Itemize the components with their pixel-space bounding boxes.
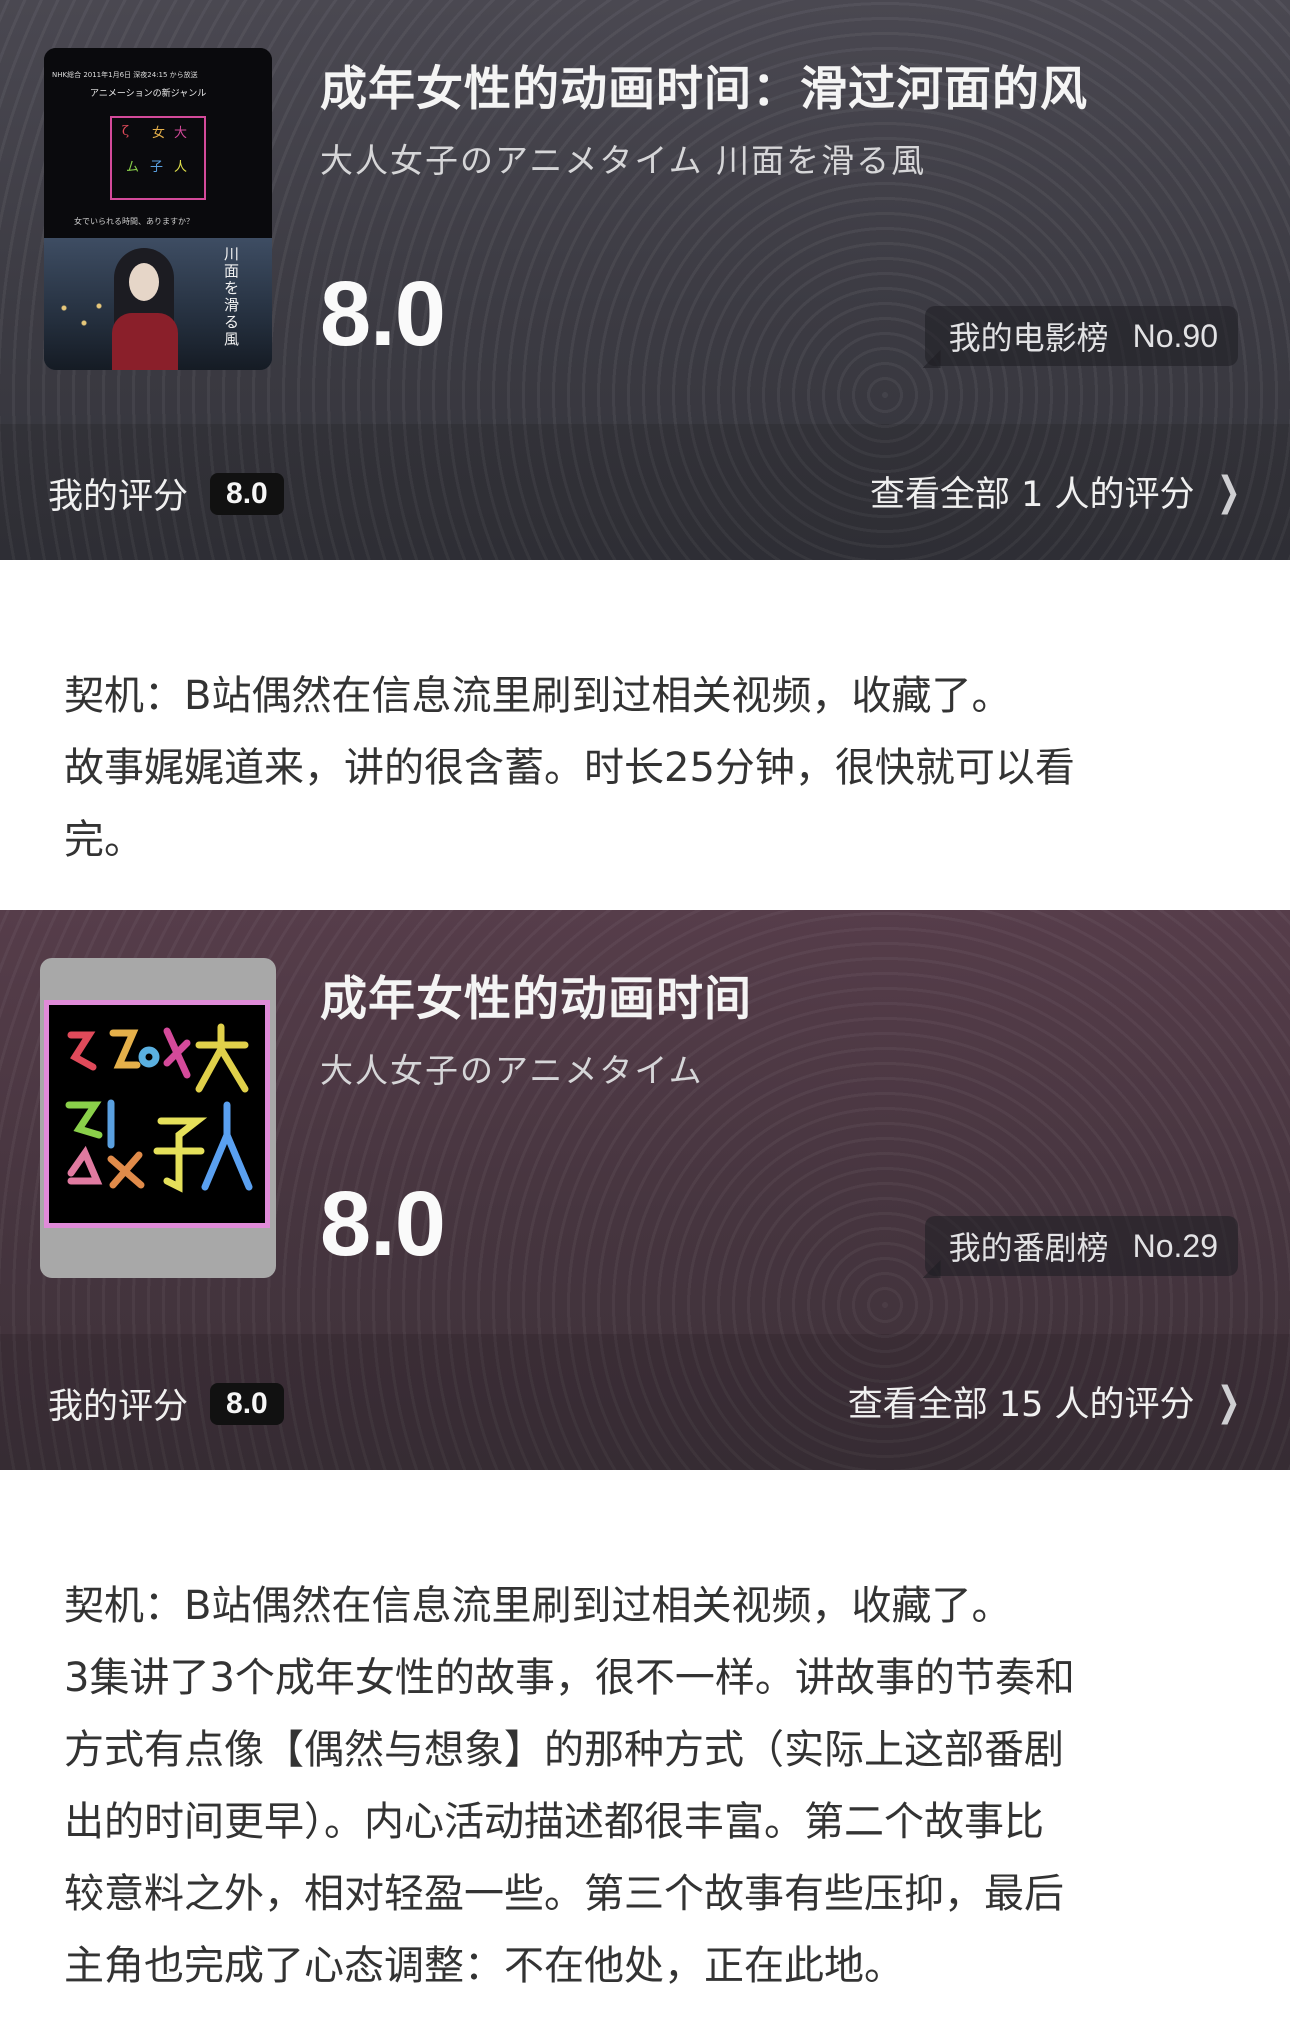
review-line: 故事娓娓道来，讲的很含蓄。时长25分钟，很快就可以看 — [64, 745, 1075, 791]
review-line: 出的时间更早）。内心活动描述都很丰富。第二个故事比 — [64, 1799, 1044, 1845]
view-all-ratings-label: 查看全部 1 人的评分 — [869, 475, 1195, 515]
chevron-right-icon: ❯ — [1217, 1378, 1241, 1425]
city-lights — [54, 298, 104, 338]
chevron-right-icon: ❯ — [1217, 468, 1241, 515]
poster-image[interactable] — [40, 958, 276, 1278]
my-rating: 我的评分 8.0 — [48, 1378, 284, 1429]
poster-vertical-title: 川面を滑る風 — [224, 245, 240, 348]
poster-figure-face — [129, 263, 159, 301]
my-rating: 我的评分 8.0 — [48, 468, 284, 519]
poster-upper-panel: NHK総合 2011年1月6日 深夜24:15 から放送 アニメーションの新ジャ… — [44, 48, 272, 238]
work-score: 8.0 — [320, 1173, 446, 1275]
poster-genre: アニメーションの新ジャンル — [90, 89, 207, 99]
rank-label: 我的电影榜 — [948, 319, 1109, 357]
view-all-ratings-link[interactable]: 查看全部 1 人的评分 ❯ — [870, 466, 1246, 517]
my-rank-badge[interactable]: 我的电影榜 No.90 — [924, 306, 1238, 366]
poster-top-text: NHK総合 2011年1月6日 深夜24:15 から放送 — [52, 71, 198, 79]
my-rating-label: 我的评分 — [48, 477, 189, 517]
poster-figure-dress — [112, 313, 178, 370]
rank-number: No.90 — [1132, 317, 1218, 354]
work-card-2[interactable]: 成年女性的动画时间 大人女子のアニメタイム 8.0 我的番剧榜 No.29 我的… — [0, 910, 1290, 1470]
work-score: 8.0 — [320, 263, 446, 365]
work-title[interactable]: 成年女性的动画时间：滑过河面的风 — [320, 50, 1088, 119]
my-rank-badge[interactable]: 我的番剧榜 No.29 — [924, 1216, 1238, 1276]
my-rating-badge: 8.0 — [210, 472, 284, 515]
logo-glyphs-icon — [65, 1023, 253, 1193]
view-all-ratings-link[interactable]: 查看全部 15 人的评分 ❯ — [848, 1376, 1246, 1427]
review-line: 方式有点像【偶然与想象】的那种方式（实际上这部番剧 — [64, 1727, 1064, 1773]
review-line: 3集讲了3个成年女性的故事，很不一样。讲故事的节奏和 — [64, 1655, 1075, 1701]
view-all-ratings-label: 查看全部 15 人的评分 — [847, 1385, 1195, 1425]
work-original-title: 大人女子のアニメタイム 川面を滑る風 — [320, 141, 927, 180]
review-line: 较意料之外，相对轻盈一些。第三个故事有些压抑，最后 — [64, 1871, 1064, 1917]
poster-logo — [44, 1000, 270, 1228]
review-line: 主角也完成了心态调整：不在他处，正在此地。 — [64, 1943, 904, 1989]
poster-image[interactable]: NHK総合 2011年1月6日 深夜24:15 から放送 アニメーションの新ジャ… — [44, 48, 272, 370]
review-text-2: 契机：B站偶然在信息流里刷到过相关视频，收藏了。 3集讲了3个成年女性的故事，很… — [64, 1570, 1234, 2002]
my-rating-label: 我的评分 — [48, 1387, 189, 1427]
my-rating-badge: 8.0 — [210, 1382, 284, 1425]
work-original-title: 大人女子のアニメタイム — [320, 1051, 704, 1090]
review-line: 契机：B站偶然在信息流里刷到过相关视频，收藏了。 — [64, 1583, 1012, 1629]
rank-label: 我的番剧榜 — [948, 1229, 1109, 1267]
poster-logo: ζ 女 大 ム 子 人 — [110, 116, 206, 200]
review-line: 完。 — [64, 817, 144, 863]
rank-number: No.29 — [1132, 1227, 1218, 1264]
review-text-1: 契机：B站偶然在信息流里刷到过相关视频，收藏了。 故事娓娓道来，讲的很含蓄。时长… — [64, 660, 1234, 876]
review-line: 契机：B站偶然在信息流里刷到过相关视频，收藏了。 — [64, 673, 1012, 719]
work-card-1[interactable]: NHK総合 2011年1月6日 深夜24:15 から放送 アニメーションの新ジャ… — [0, 0, 1290, 560]
poster-tagline: 女でいられる時間、ありますか？ — [74, 217, 194, 226]
work-title[interactable]: 成年女性的动画时间 — [320, 960, 752, 1029]
